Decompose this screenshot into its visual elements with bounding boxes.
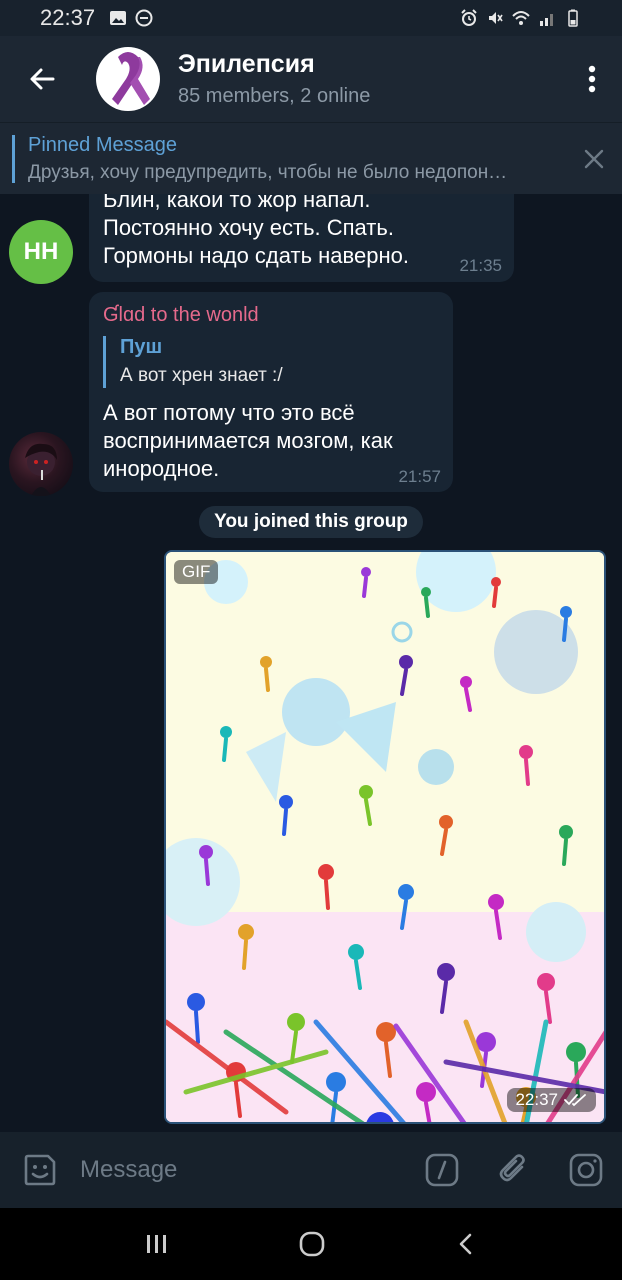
user-photo-icon	[25, 443, 57, 496]
header-text[interactable]: Эпилепсия 85 members, 2 online	[178, 50, 370, 108]
purple-ribbon-icon	[112, 52, 150, 105]
mute-icon	[489, 12, 503, 24]
avatar[interactable]	[9, 432, 73, 496]
camera-icon	[569, 1153, 603, 1187]
gif-badge: GIF	[174, 560, 219, 584]
message-line: Гормоны надо сдать наверно.	[103, 243, 409, 268]
message-line: Блин, какой то жор напал.	[103, 194, 371, 212]
do-not-disturb-icon	[135, 9, 153, 27]
service-message: You joined this group	[199, 506, 423, 538]
sticker-emoji-icon	[24, 1154, 56, 1186]
reply-accent-bar	[103, 336, 106, 388]
system-navigation-bar	[0, 1208, 622, 1280]
message-line: инородное.	[103, 456, 220, 481]
paperclip-icon	[499, 1154, 525, 1182]
message-time: 21:35	[459, 256, 502, 275]
message-time: 22:37	[515, 1090, 558, 1109]
message-line: Постоянно хочу есть. Спать.	[103, 215, 394, 240]
status-bar: 22:37	[0, 0, 622, 36]
status-right-icons	[460, 9, 582, 27]
avatar[interactable]: HH	[9, 220, 73, 284]
pinned-message-bar[interactable]: Pinned Message Друзья, хочу предупредить…	[0, 122, 622, 194]
signal-icon	[540, 14, 553, 26]
back-button[interactable]	[0, 36, 84, 122]
gif-message[interactable]: GIF 22:37	[164, 550, 606, 1124]
reply-sender[interactable]: Пуш	[120, 336, 162, 359]
group-avatar[interactable]	[96, 47, 160, 111]
recent-apps-icon[interactable]	[144, 1232, 170, 1256]
status-left-icons	[109, 9, 153, 27]
camera-button[interactable]	[550, 1132, 622, 1208]
chat-header: Эпилепсия 85 members, 2 online	[0, 36, 622, 122]
emoji-button[interactable]	[0, 1132, 80, 1208]
pinned-title: Pinned Message	[28, 134, 177, 156]
arrow-left-icon	[30, 68, 55, 90]
more-vertical-icon	[588, 65, 596, 93]
message-line: А вот потому что это всё	[103, 400, 355, 425]
double-check-icon	[564, 1094, 586, 1107]
message-input[interactable]	[80, 1156, 406, 1184]
message-bubble[interactable]: Блин, какой то жор напал. Постоянно хочу…	[89, 194, 514, 282]
battery-icon	[568, 9, 578, 27]
reply-text[interactable]: А вот хрен знает :/	[120, 365, 283, 387]
more-menu-button[interactable]	[562, 36, 622, 122]
back-nav-icon[interactable]	[454, 1231, 478, 1257]
gallery-icon	[110, 11, 127, 25]
home-icon[interactable]	[297, 1229, 327, 1259]
sender-name[interactable]: Ɠlɑd to the wonld	[103, 304, 259, 327]
bot-commands-button[interactable]	[406, 1132, 478, 1208]
message-time: 21:57	[398, 467, 441, 486]
status-time: 22:37	[40, 5, 96, 30]
slash-command-icon	[425, 1153, 459, 1187]
gif-animation	[166, 552, 604, 1122]
message-composer	[0, 1132, 622, 1208]
group-title: Эпилепсия	[178, 50, 315, 78]
wifi-icon	[512, 11, 530, 25]
gif-time-badge: 22:37	[507, 1088, 596, 1112]
attach-button[interactable]	[478, 1132, 550, 1208]
group-subtitle: 85 members, 2 online	[178, 85, 371, 107]
pinned-text: Друзья, хочу предупредить, чтобы не было…	[28, 162, 508, 183]
chat-area[interactable]: HH Блин, какой то жор напал. Постоянно х…	[0, 194, 622, 1132]
message-bubble[interactable]: Ɠlɑd to the wonld Пуш А вот хрен знает :…	[89, 292, 453, 492]
pinned-accent-bar	[12, 135, 15, 183]
close-icon[interactable]	[580, 145, 608, 173]
message-line: воспринимается мозгом, как	[103, 428, 393, 453]
alarm-icon	[461, 9, 477, 26]
